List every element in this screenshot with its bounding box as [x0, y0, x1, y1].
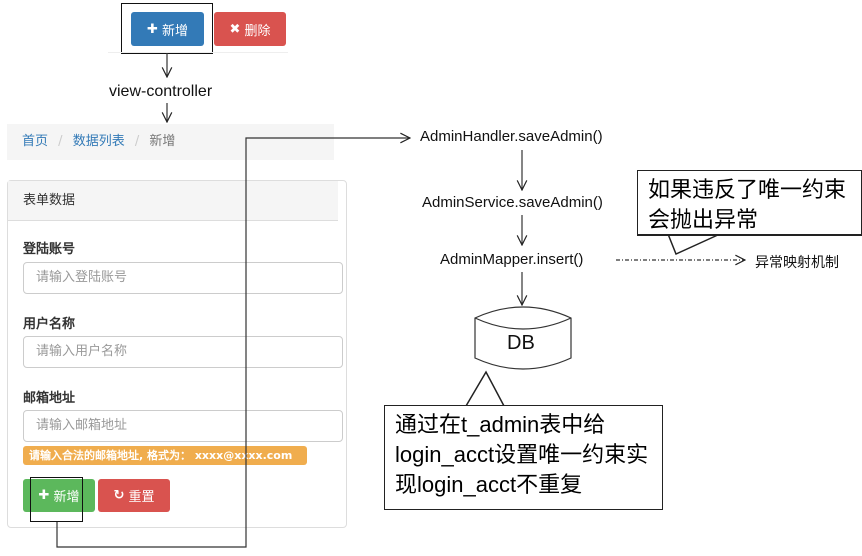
service-label: AdminService.saveAdmin() [422, 194, 603, 211]
mapper-label: AdminMapper.insert() [440, 251, 584, 268]
handler-label: AdminHandler.saveAdmin() [420, 128, 603, 145]
unique-constraint-callout: 通过在t_admin表中给login_acct设置唯一约束实现login_acc… [384, 405, 663, 510]
exception-mapping-label: 异常映射机制 [755, 254, 839, 270]
callout-border [637, 234, 862, 236]
unique-exception-callout: 如果违反了唯一约束会抛出异常 [637, 170, 862, 235]
db-label: DB [507, 332, 535, 354]
